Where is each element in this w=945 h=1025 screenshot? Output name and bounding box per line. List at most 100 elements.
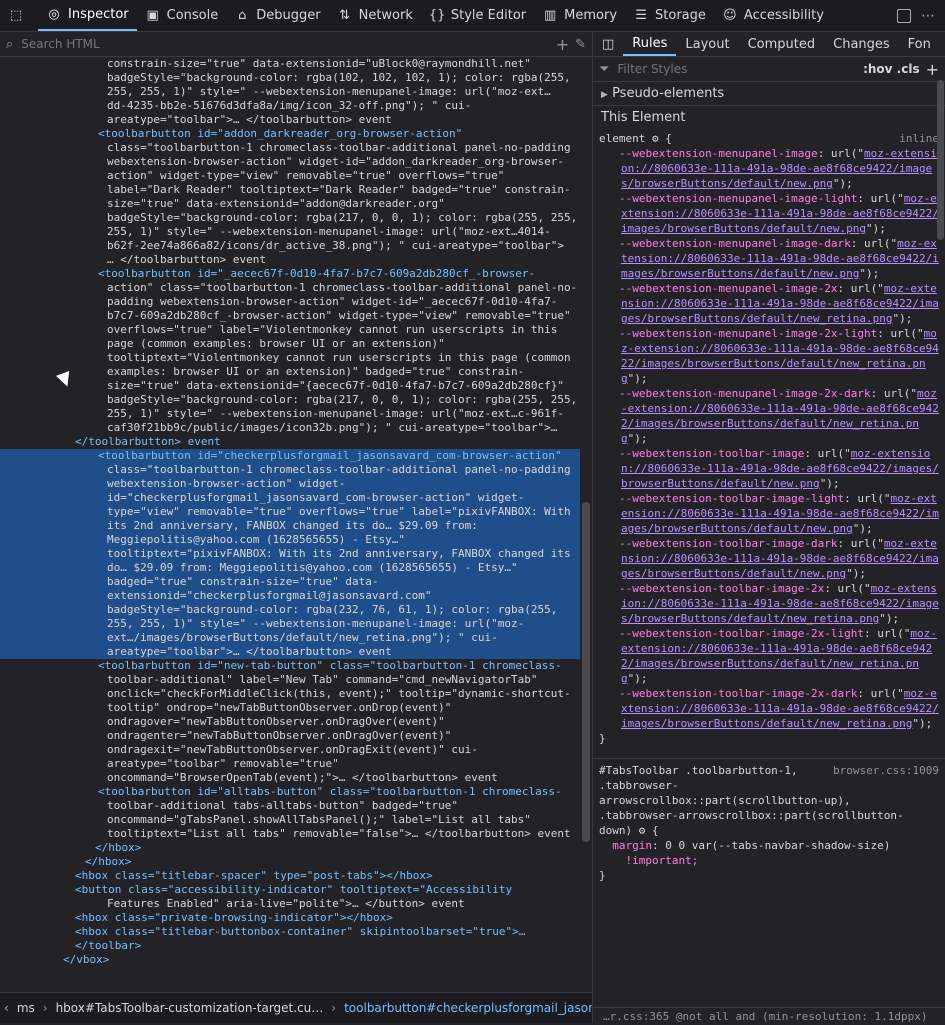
selected-node[interactable]: <toolbarbutton id="checkerplusforgmail_j… (0, 449, 580, 659)
markup-line[interactable]: <button class="accessibility-indicator" … (0, 883, 580, 897)
gear-icon[interactable]: ⚙ (639, 824, 646, 837)
markup-line[interactable]: badgeStyle="background-color: rgba(102, … (0, 71, 580, 85)
markup-line[interactable]: <hbox class="titlebar-spacer" type="post… (0, 869, 580, 883)
css-declaration[interactable]: --webextension-toolbar-image-dark: url("… (599, 536, 939, 581)
markup-line[interactable]: Meggiepolitis@yahoo.com (1628565655) - E… (0, 533, 580, 547)
markup-line[interactable]: tooltiptext="pixivFANBOX: With its 2nd a… (0, 547, 580, 561)
css-property[interactable]: --webextension-menupanel-image (619, 147, 818, 160)
tab-rules[interactable]: Rules (623, 32, 677, 56)
markup-line[interactable]: <hbox class="private-browsing-indicator"… (0, 911, 580, 925)
tab-memory[interactable]: ▥ Memory (534, 0, 625, 31)
filter-styles-input[interactable] (615, 61, 858, 77)
dock-icon[interactable] (897, 8, 911, 23)
css-declaration[interactable]: --webextension-menupanel-image-2x-light:… (599, 326, 939, 386)
css-declaration[interactable]: --webextension-toolbar-image-2x-dark: ur… (599, 686, 939, 731)
tab-debugger[interactable]: ⌂ Debugger (226, 0, 328, 31)
markup-line[interactable]: <toolbarbutton id="addon_darkreader_org-… (0, 127, 580, 141)
markup-line[interactable]: tooltiptext="List all tabs" removable="f… (0, 827, 580, 841)
tab-changes[interactable]: Changes (824, 32, 899, 56)
css-property[interactable]: --webextension-menupanel-image-2x-dark (619, 387, 871, 400)
breadcrumb-item[interactable]: hbox#TabsToolbar-customization-target.cu… (56, 1001, 324, 1015)
markup-line[interactable]: <toolbarbutton id="alltabs-button" class… (0, 785, 580, 799)
markup-line[interactable]: </hbox> (0, 855, 580, 869)
css-property[interactable]: --webextension-toolbar-image (619, 447, 804, 460)
markup-line[interactable]: <toolbarbutton id="checkerplusforgmail_j… (0, 449, 580, 463)
css-declaration[interactable]: --webextension-toolbar-image-light: url(… (599, 491, 939, 536)
markup-line[interactable]: constrain-size="true" data-extensionid="… (0, 57, 580, 71)
rules-scrollbar[interactable] (935, 80, 945, 1020)
markup-line[interactable]: webextension-browser-action" widget- (0, 477, 580, 491)
toggle-sidebar-icon[interactable]: ◫ (593, 32, 623, 56)
tab-network[interactable]: ⇅ Network (329, 0, 421, 31)
tab-inspector[interactable]: ◎ Inspector (38, 0, 137, 31)
pseudo-elements-section[interactable]: ▶ Pseudo-elements (593, 82, 945, 106)
breadcrumb-item-current[interactable]: toolbarbutton#checkerplusforgmail_jasons… (344, 1001, 592, 1015)
markup-line[interactable]: its 2nd anniversary, FANBOX changed its … (0, 519, 580, 533)
gear-icon[interactable]: ⚙ (652, 132, 659, 145)
markup-line[interactable]: id="checkerplusforgmail_jasonsavard_com-… (0, 491, 580, 505)
markup-line[interactable]: action" class="toolbarbutton-1 chromecla… (0, 281, 580, 295)
css-property[interactable]: --webextension-menupanel-image-dark (619, 237, 851, 250)
css-property[interactable]: --webextension-toolbar-image-2x-light (619, 627, 864, 640)
add-node-icon[interactable]: + (556, 35, 569, 54)
markup-line[interactable]: </vbox> (0, 953, 580, 967)
markup-line[interactable]: extensionid="checkerplusforgmail@jasonsa… (0, 589, 580, 603)
markup-line[interactable]: label="Dark Reader" tooltiptext="Dark Re… (0, 183, 580, 197)
tab-accessibility[interactable]: ☺ Accessibility (714, 0, 832, 31)
tab-storage[interactable]: ☰ Storage (625, 0, 714, 31)
markup-line[interactable]: tooltiptext="Violentmonkey cannot run us… (0, 351, 580, 365)
markup-line[interactable]: 255, 255, 1)" style=" --webextension-men… (0, 617, 580, 631)
markup-line[interactable]: b7c7-609a2db280cf_-browser-action" widge… (0, 309, 580, 323)
markup-line[interactable]: page (common examples: browser UI or an … (0, 337, 580, 351)
markup-line[interactable]: size="true" data-extensionid="{aecec67f-… (0, 379, 580, 393)
markup-line[interactable]: <hbox class="titlebar-buttonbox-containe… (0, 925, 580, 939)
markup-line[interactable]: </toolbar> (0, 939, 580, 953)
markup-line[interactable]: areatype="toolbar">… </toolbarbutton> ev… (0, 645, 580, 659)
markup-line[interactable]: <toolbarbutton id="_aecec67f-0d10-4fa7-b… (0, 267, 580, 281)
markup-line[interactable]: </hbox> (0, 841, 580, 855)
tab-style-editor[interactable]: {} Style Editor (421, 0, 534, 31)
rules-scrollbar-thumb[interactable] (937, 80, 944, 240)
css-property[interactable]: --webextension-toolbar-image-2x (619, 582, 824, 595)
css-declaration[interactable]: --webextension-toolbar-image-2x-light: u… (599, 626, 939, 686)
css-property[interactable]: --webextension-menupanel-image-2x-light (619, 327, 877, 340)
css-property[interactable]: margin (612, 839, 652, 852)
markup-line[interactable]: ondragexit="newTabButtonObserver.onDragE… (0, 743, 580, 757)
markup-line[interactable]: class="toolbarbutton-1 chromeclass-toolb… (0, 463, 580, 477)
rule-source-link[interactable]: browser.css:1009 (833, 763, 939, 778)
markup-line[interactable]: webextension-browser-action" widget-id="… (0, 155, 580, 169)
markup-line[interactable]: overflows="true" label="Violentmonkey ca… (0, 323, 580, 337)
markup-line[interactable]: badgeStyle="background-color: rgba(217, … (0, 393, 580, 407)
markup-line[interactable]: 255, 1)" style=" --webextension-menupane… (0, 225, 580, 239)
css-declaration[interactable]: --webextension-menupanel-image-dark: url… (599, 236, 939, 281)
breadcrumb-item[interactable]: ms (17, 1001, 35, 1015)
css-property[interactable]: --webextension-menupanel-image-2x (619, 282, 838, 295)
markup-line[interactable]: tooltip" ondrop="newTabButtonObserver.on… (0, 701, 580, 715)
css-declaration[interactable]: --webextension-toolbar-image-2x: url("mo… (599, 581, 939, 626)
hov-cls-toggle[interactable]: :hov .cls (863, 62, 920, 76)
breadcrumb-back-icon[interactable]: ‹ (4, 1001, 9, 1015)
markup-line[interactable]: action" widget-type="view" removable="tr… (0, 169, 580, 183)
eyedropper-icon[interactable]: ✎ (575, 37, 586, 52)
markup-line[interactable]: areatype="toolbar">… </toolbarbutton> ev… (0, 113, 580, 127)
add-rule-icon[interactable]: + (926, 60, 939, 79)
markup-line[interactable]: class="toolbarbutton-1 chromeclass-toolb… (0, 141, 580, 155)
css-property[interactable]: --webextension-toolbar-image-2x-dark (619, 687, 857, 700)
markup-line[interactable]: b62f-2ee74a866a82/icons/dr_active_38.png… (0, 239, 580, 253)
markup-scrollbar-thumb[interactable] (582, 502, 590, 842)
search-html-input[interactable] (19, 36, 550, 52)
markup-line[interactable]: oncommand="BrowserOpenTab(event);">… </t… (0, 771, 580, 785)
markup-line[interactable]: badged="true" constrain-size="true" data… (0, 575, 580, 589)
markup-line[interactable]: ondragenter="newTabButtonObserver.onDrag… (0, 729, 580, 743)
css-declaration[interactable]: --webextension-menupanel-image: url("moz… (599, 146, 939, 191)
css-property[interactable]: --webextension-menupanel-image-light (619, 192, 857, 205)
markup-line[interactable]: type="view" removable="true" overflows="… (0, 505, 580, 519)
css-declaration[interactable]: --webextension-menupanel-image-light: ur… (599, 191, 939, 236)
pick-element-button[interactable]: ⬚ (0, 0, 38, 31)
markup-line[interactable]: Features Enabled" aria-live="polite">… <… (0, 897, 580, 911)
markup-line[interactable]: badgeStyle="background-color: rgba(232, … (0, 603, 580, 617)
markup-line[interactable]: caf30f21bb9c/public/images/icon32b.png")… (0, 421, 580, 435)
markup-line[interactable]: 255, 1)" style=" --webextension-menupane… (0, 407, 580, 421)
markup-line[interactable]: </toolbarbutton> event (0, 435, 580, 449)
css-declaration[interactable]: --webextension-menupanel-image-2x-dark: … (599, 386, 939, 446)
